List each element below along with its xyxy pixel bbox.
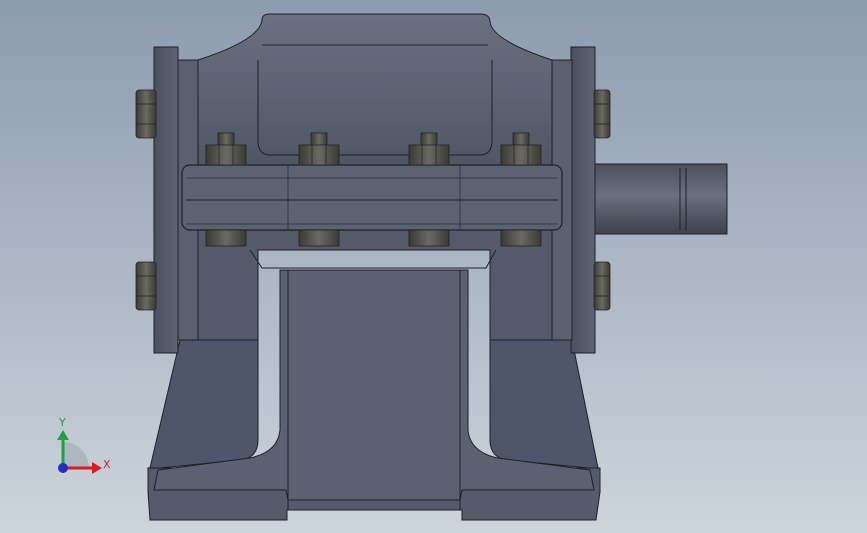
bolt-bottom-1 [205,229,247,247]
triad-x-label: X [103,458,111,471]
bolt-bottom-4 [500,229,542,247]
triad-plane [63,442,89,468]
output-shaft [594,163,728,235]
graphics-viewport[interactable]: Y X [0,0,867,533]
upper-housing [197,13,553,166]
z-axis-icon [58,463,68,473]
y-arrow-icon [57,430,69,440]
triad-y-label: Y [58,416,66,429]
bolt-left-upper [135,89,157,139]
model-view[interactable]: Y X [0,0,867,533]
x-arrow-icon [92,462,102,474]
split-flange [181,164,563,231]
bolt-bottom-3 [408,229,450,247]
bolt-left-lower [135,261,157,311]
reference-triad[interactable]: Y X [57,416,111,474]
bolt-right-lower [593,261,611,311]
bolt-bottom-2 [298,229,340,247]
bolt-right-upper [593,89,611,139]
